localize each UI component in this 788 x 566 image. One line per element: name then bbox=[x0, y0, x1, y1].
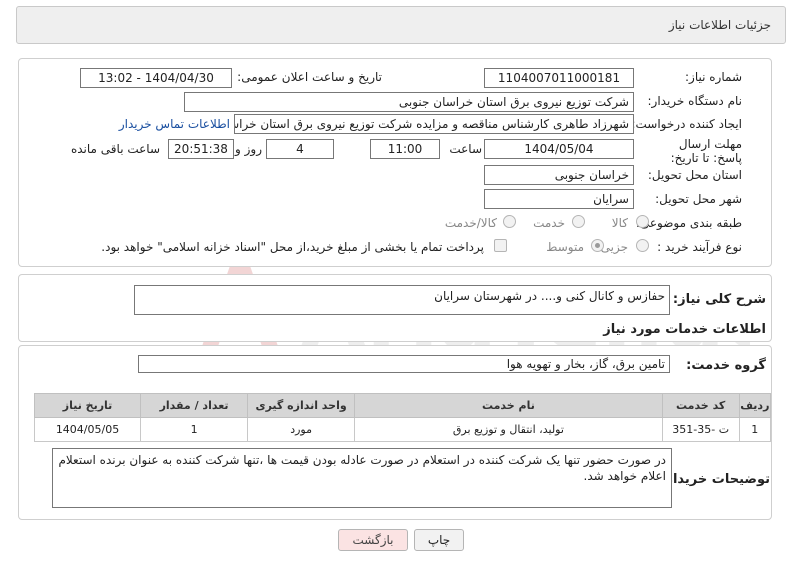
service-group-field[interactable]: تامین برق، گاز، بخار و تهویه هوا bbox=[138, 355, 670, 373]
remaining-time-field[interactable]: 20:51:38 bbox=[168, 139, 234, 159]
page-title: جزئیات اطلاعات نیاز bbox=[668, 18, 771, 32]
category-option-service: خدمت bbox=[533, 216, 565, 230]
service-group-label: گروه خدمت: bbox=[686, 358, 766, 373]
deadline-label: مهلت ارسال پاسخ: تا تاریخ: bbox=[650, 137, 742, 165]
buyer-notes-label: توضیحات خریدار: bbox=[660, 472, 770, 487]
days-remaining-field[interactable]: 4 bbox=[266, 139, 334, 159]
buyer-org-label: نام دستگاه خریدار: bbox=[647, 94, 743, 108]
need-number-label: شماره نیاز: bbox=[685, 70, 742, 84]
category-radio-goods[interactable] bbox=[636, 215, 649, 228]
treasury-payment-checkbox[interactable] bbox=[494, 239, 507, 252]
remaining-time-label: ساعت باقی مانده bbox=[70, 142, 160, 156]
city-field[interactable]: سرایان bbox=[484, 189, 634, 209]
process-option-minor: جزیی bbox=[600, 240, 628, 254]
requester-field[interactable]: شهرزاد طاهری کارشناس مناقصه و مزایده شرک… bbox=[234, 114, 634, 134]
col-row: ردیف bbox=[738, 393, 772, 418]
announce-date-field[interactable]: 1404/04/30 - 13:02 bbox=[80, 68, 232, 88]
category-option-goods-service: کالا/خدمت bbox=[444, 216, 497, 230]
back-button[interactable]: بازگشت bbox=[338, 529, 408, 551]
description-label: شرح کلی نیاز: bbox=[672, 292, 766, 307]
col-unit: واحد اندازه گیری bbox=[247, 393, 356, 418]
cell-service-name: تولید، انتقال و توزیع برق bbox=[354, 417, 663, 442]
services-table: ردیف کد خدمت نام خدمت واحد اندازه گیری ت… bbox=[33, 393, 772, 442]
col-need-date: تاریخ نیاز bbox=[33, 393, 142, 418]
category-radio-goods-service[interactable] bbox=[503, 215, 516, 228]
deadline-label-text: مهلت ارسال پاسخ: تا تاریخ: bbox=[670, 137, 742, 165]
cell-row: 1 bbox=[738, 417, 772, 442]
process-radio-minor[interactable] bbox=[636, 239, 649, 252]
deadline-time-field[interactable]: 11:00 bbox=[370, 139, 440, 159]
process-label: نوع فرآیند خرید : bbox=[657, 240, 742, 254]
deadline-date-field[interactable]: 1404/05/04 bbox=[484, 139, 634, 159]
table-row: 1 ت -35-351 تولید، انتقال و توزیع برق مو… bbox=[33, 417, 772, 442]
province-field[interactable]: خراسان جنوبی bbox=[484, 165, 634, 185]
print-button[interactable]: چاپ bbox=[414, 529, 464, 551]
buyer-contact-link[interactable]: اطلاعات تماس خریدار bbox=[119, 117, 230, 131]
cell-service-code: ت -35-351 bbox=[661, 417, 740, 442]
category-label: طبقه بندی موضوعی: bbox=[635, 216, 742, 230]
page-header: جزئیات اطلاعات نیاز bbox=[16, 6, 786, 44]
buyer-org-field[interactable]: شرکت توزیع نیروی برق استان خراسان جنوبی bbox=[184, 92, 634, 112]
payment-note: پرداخت تمام یا بخشی از مبلغ خرید،از محل … bbox=[101, 240, 484, 254]
col-quantity: تعداد / مقدار bbox=[140, 393, 249, 418]
col-service-code: کد خدمت bbox=[661, 393, 740, 418]
deadline-time-label: ساعت bbox=[449, 142, 482, 156]
category-radio-service[interactable] bbox=[572, 215, 585, 228]
services-table-header: ردیف کد خدمت نام خدمت واحد اندازه گیری ت… bbox=[33, 393, 772, 418]
category-option-goods: کالا bbox=[611, 216, 628, 230]
col-service-name: نام خدمت bbox=[354, 393, 663, 418]
need-number-field[interactable]: 1104007011000181 bbox=[484, 68, 634, 88]
cell-need-date: 1404/05/05 bbox=[33, 417, 142, 442]
process-option-medium: متوسط bbox=[546, 240, 584, 254]
process-radio-medium[interactable] bbox=[591, 239, 604, 252]
announce-label: تاریخ و ساعت اعلان عمومی: bbox=[237, 70, 382, 84]
cell-quantity: 1 bbox=[140, 417, 249, 442]
requester-label: ایجاد کننده درخواست: bbox=[631, 117, 742, 131]
city-label: شهر محل تحویل: bbox=[655, 192, 742, 206]
province-label: استان محل تحویل: bbox=[647, 168, 742, 182]
services-section-title: اطلاعات خدمات مورد نیاز bbox=[603, 322, 766, 337]
cell-unit: مورد bbox=[247, 417, 356, 442]
days-label: روز و bbox=[235, 142, 262, 156]
description-textarea[interactable]: حفازس و کانال کنی و.... در شهرستان سرایا… bbox=[134, 285, 670, 315]
buyer-notes-textarea[interactable]: در صورت حضور تنها یک شرکت کننده در استعل… bbox=[52, 448, 672, 508]
